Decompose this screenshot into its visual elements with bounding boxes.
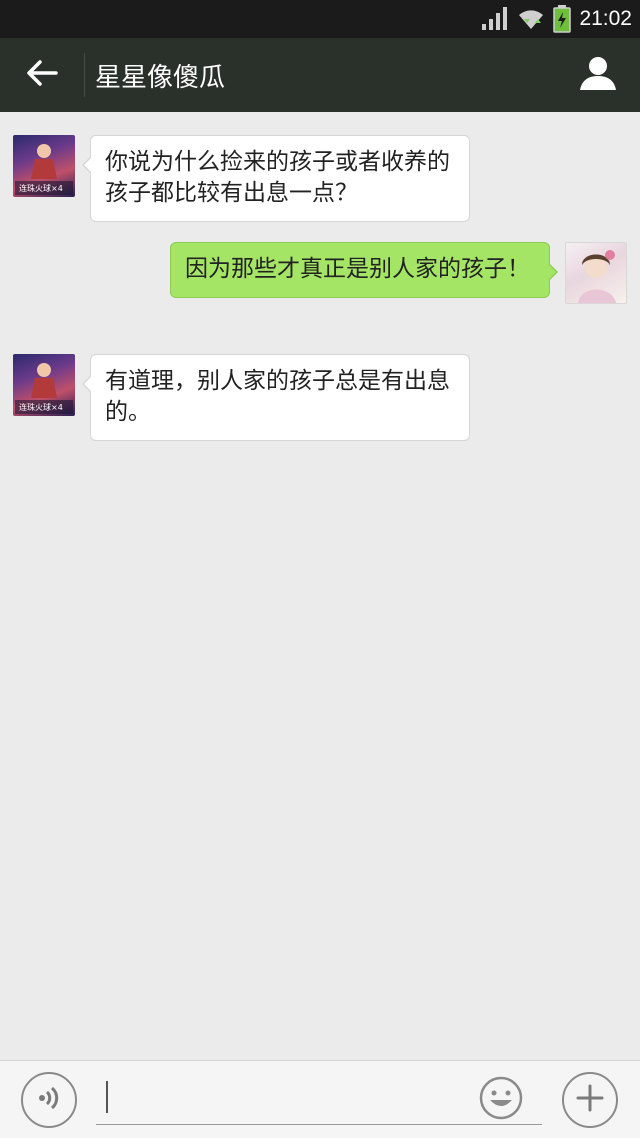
text-cursor (106, 1081, 108, 1113)
arrow-left-icon (25, 59, 59, 91)
message-input[interactable] (96, 1073, 542, 1125)
voice-button[interactable] (21, 1072, 77, 1128)
sent-message-bubble[interactable]: 因为那些才真正是别人家的孩子！ (170, 242, 558, 298)
battery-charging-icon (553, 5, 572, 33)
chat-title: 星星像傻瓜 (95, 62, 226, 93)
more-options-button[interactable] (562, 1072, 618, 1128)
wifi-icon (517, 7, 545, 31)
received-message-bubble[interactable]: 你说为什么捡来的孩子或者收养的孩子都比较有出息一点？ (82, 135, 470, 222)
plus-icon (575, 1083, 605, 1117)
emoji-button[interactable] (478, 1075, 524, 1121)
voice-icon (34, 1083, 64, 1117)
profile-button[interactable] (556, 38, 640, 112)
nav-divider (84, 53, 85, 97)
contact-avatar[interactable]: 连珠火球×4 (13, 135, 75, 197)
my-avatar[interactable] (565, 242, 627, 304)
avatar-caption: 连珠火球×4 (19, 184, 63, 193)
avatar-caption: 连珠火球×4 (19, 403, 63, 412)
back-button[interactable] (0, 38, 84, 112)
chat-area[interactable]: 连珠火球×4 你说为什么捡来的孩子或者收养的孩子都比较有出息一点？ 因为那些才真… (0, 112, 640, 1060)
input-bar (0, 1060, 640, 1138)
signal-icon (481, 7, 509, 31)
status-bar: 21:02 (0, 0, 640, 38)
nav-bar: 星星像傻瓜 (0, 38, 640, 112)
contact-avatar[interactable]: 连珠火球×4 (13, 354, 75, 416)
user-icon (578, 55, 618, 95)
status-time: 21:02 (579, 7, 632, 30)
emoji-icon (478, 1076, 524, 1125)
received-message-bubble[interactable]: 有道理，别人家的孩子总是有出息的。 (82, 354, 470, 441)
